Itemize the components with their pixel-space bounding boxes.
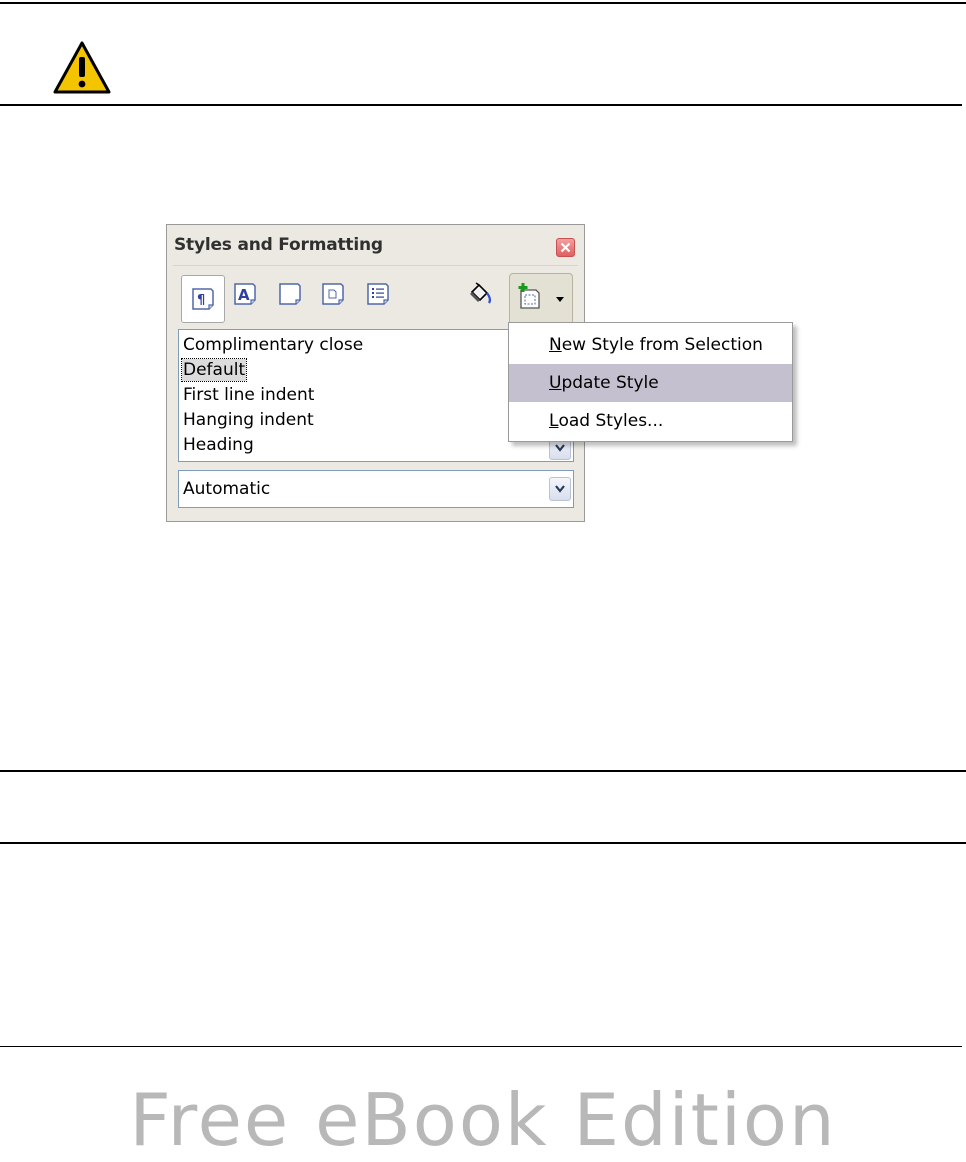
menu-item-label: oad Styles...: [558, 411, 664, 431]
menu-item-update-style[interactable]: Update Style: [509, 364, 792, 402]
list-item[interactable]: First line indent: [183, 384, 314, 406]
list-styles-button[interactable]: [363, 277, 393, 311]
menu-item-label: pdate Style: [561, 373, 659, 393]
watermark: Free eBook Edition: [129, 1078, 837, 1162]
style-filter-select[interactable]: Automatic: [178, 470, 574, 508]
menu-item-label: ew Style from Selection: [561, 335, 763, 355]
warning-icon: [52, 40, 112, 96]
chevron-down-icon: [555, 485, 565, 493]
close-icon: [560, 242, 571, 253]
list-styles-icon: [367, 283, 389, 305]
tip-bottom-rule: [0, 842, 966, 844]
list-item[interactable]: Complimentary close: [183, 334, 363, 356]
footer-rule: [0, 1046, 962, 1047]
chevron-down-icon: [556, 297, 564, 302]
menu-item-mnemonic: N: [549, 335, 562, 355]
page-styles-button[interactable]: [318, 277, 348, 311]
toolbar-separator: [173, 265, 578, 266]
style-filter-value: Automatic: [183, 479, 271, 499]
new-style-icon: [518, 283, 540, 309]
menu-item-new-style-from-selection[interactable]: New Style from Selection: [509, 326, 792, 364]
note-bottom-rule: [0, 104, 962, 106]
chevron-down-icon: [555, 444, 565, 452]
tip-top-rule: [0, 770, 966, 772]
character-styles-icon: A: [234, 283, 256, 305]
paragraph-styles-icon: ¶: [192, 288, 214, 310]
dialog-title: Styles and Formatting: [174, 235, 383, 255]
list-item[interactable]: Hanging indent: [183, 409, 314, 431]
fill-format-mode-icon: [470, 282, 492, 304]
svg-text:A: A: [238, 286, 250, 304]
svg-text:¶: ¶: [197, 293, 205, 308]
frame-styles-icon: [279, 283, 301, 305]
frame-styles-button[interactable]: [275, 277, 305, 311]
new-style-menu: New Style from Selection Update Style Lo…: [508, 322, 793, 442]
menu-item-mnemonic: U: [549, 373, 562, 393]
fill-format-mode-button[interactable]: [465, 277, 495, 311]
character-styles-button[interactable]: A: [230, 277, 260, 311]
close-button[interactable]: [556, 238, 575, 257]
filter-dropdown-button[interactable]: [549, 477, 571, 501]
list-item-selected[interactable]: Default: [180, 358, 248, 382]
new-style-from-selection-button[interactable]: [509, 273, 573, 325]
menu-item-load-styles[interactable]: Load Styles...: [509, 402, 792, 440]
page-styles-icon: [322, 283, 344, 305]
list-item[interactable]: Heading: [183, 434, 254, 456]
top-rule: [0, 2, 966, 4]
menu-item-mnemonic: L: [549, 411, 559, 431]
paragraph-styles-button[interactable]: ¶: [181, 275, 225, 323]
